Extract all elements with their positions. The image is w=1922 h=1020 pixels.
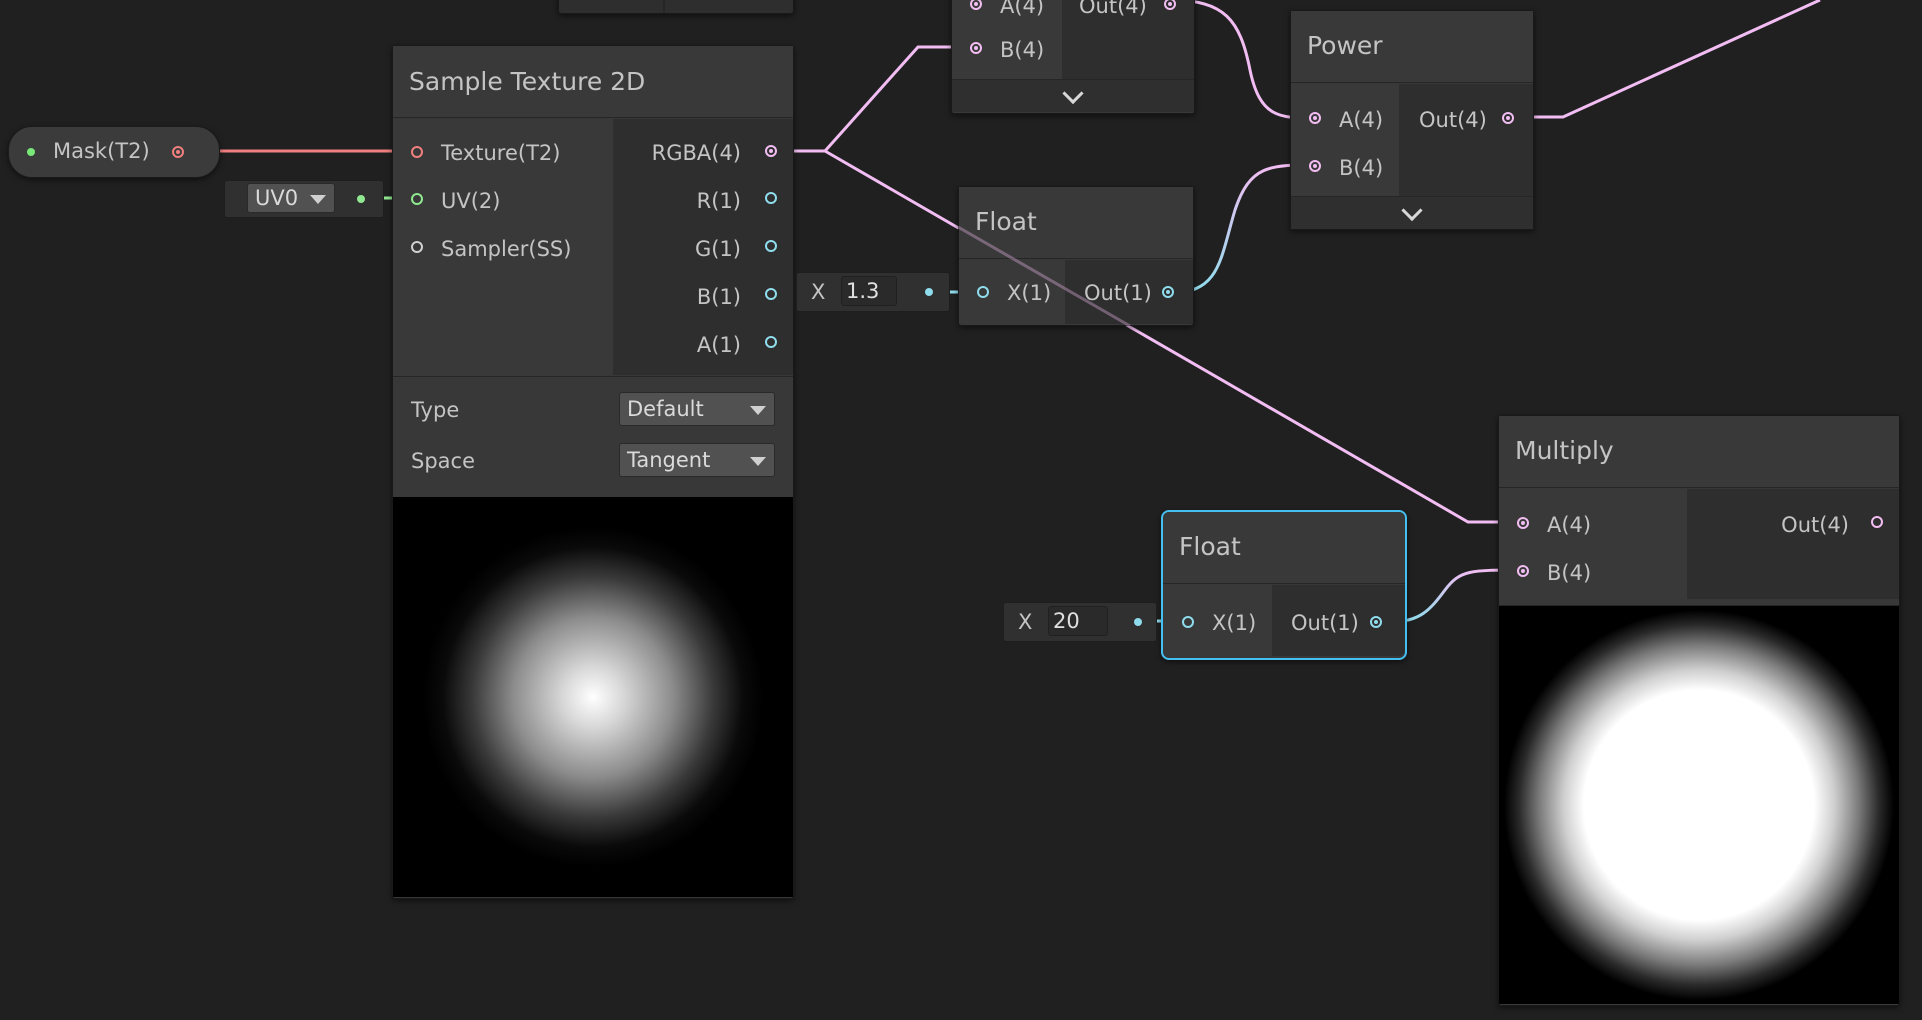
float-2-value-pill[interactable]: X 20 — [1003, 602, 1157, 642]
texture-input-port-icon[interactable] — [411, 146, 423, 158]
output-g-label: G(1) — [694, 237, 741, 261]
float-node-1[interactable]: Float X(1) Out(1) — [958, 186, 1194, 326]
chevron-down-icon — [1062, 82, 1084, 105]
input-a-label: A(4) — [1547, 513, 1592, 537]
b-input-port-icon[interactable] — [1309, 160, 1321, 172]
x-input-port-icon[interactable] — [977, 286, 989, 298]
output-label: Out(4) — [1419, 108, 1487, 132]
node-title-text: Float — [1179, 532, 1241, 561]
out-port-icon[interactable] — [1502, 112, 1514, 124]
power-node-title[interactable]: Power — [1291, 11, 1533, 83]
sampler-input-port-icon[interactable] — [411, 241, 423, 253]
out-port-icon[interactable] — [1871, 516, 1883, 528]
dropdown-arrow-icon — [750, 406, 766, 415]
input-b-label: B(4) — [1339, 156, 1384, 180]
multiply-node-title[interactable]: Multiply — [1499, 416, 1899, 488]
float-node-1-title[interactable]: Float — [959, 187, 1193, 259]
output-rgba-label: RGBA(4) — [651, 141, 741, 165]
output-label: Out(1) — [1084, 281, 1152, 305]
a-input-port-icon[interactable] — [1517, 517, 1529, 529]
float-node-2-title[interactable]: Float — [1163, 512, 1405, 584]
value-output-dot — [925, 288, 933, 296]
sample-texture-title[interactable]: Sample Texture 2D — [393, 46, 793, 118]
float-2-value-field[interactable]: 20 — [1048, 606, 1108, 636]
expand-toggle[interactable] — [952, 79, 1194, 112]
space-label: Space — [411, 449, 475, 473]
mask-property-node[interactable]: Mask(T2) — [8, 126, 220, 178]
power-node[interactable]: Power A(4) B(4) Out(4) — [1290, 10, 1534, 230]
output-column — [1399, 84, 1533, 196]
uv-channel-dropdown[interactable]: UV0 — [247, 183, 335, 213]
mask-property-label: Mask(T2) — [53, 139, 150, 163]
input-x-label: X(1) — [1007, 281, 1052, 305]
partial-node-top-left[interactable] — [558, 0, 794, 14]
input-texture-label: Texture(T2) — [441, 141, 561, 165]
output-b-label: B(1) — [696, 285, 741, 309]
float-node-2[interactable]: Float X(1) Out(1) — [1161, 510, 1407, 660]
column-divider — [663, 0, 665, 13]
multiply-preview — [1499, 605, 1899, 1004]
property-exposed-dot — [27, 148, 35, 156]
dropdown-arrow-icon — [310, 195, 326, 204]
uv-output-dot — [357, 195, 365, 203]
output-column — [1687, 489, 1899, 599]
out-port-icon[interactable] — [1162, 286, 1174, 298]
x-label: X — [1018, 610, 1033, 634]
mask-output-port-icon[interactable] — [172, 146, 184, 158]
a-input-port-icon[interactable] — [1309, 112, 1321, 124]
output-r-label: R(1) — [696, 189, 741, 213]
float-1-value-field[interactable]: 1.3 — [841, 276, 897, 306]
expand-toggle[interactable] — [1291, 196, 1533, 229]
wire-rgba-to-top-b[interactable] — [770, 45, 975, 153]
output-a-label: A(1) — [696, 333, 741, 357]
g-output-port-icon[interactable] — [765, 240, 777, 252]
dropdown-arrow-icon — [750, 457, 766, 466]
input-a-label: A(4) — [1000, 0, 1045, 18]
float-1-value-pill[interactable]: X 1.3 — [796, 272, 950, 312]
uv-input-pill[interactable]: UV0 — [224, 180, 384, 218]
b-output-port-icon[interactable] — [765, 288, 777, 300]
node-title-text: Sample Texture 2D — [409, 67, 646, 96]
shader-graph-canvas[interactable]: Mask(T2) UV0 Sample Texture 2D Texture(T… — [0, 0, 1922, 1020]
chevron-down-icon — [1401, 199, 1423, 222]
float-1-value: 1.3 — [846, 279, 880, 303]
input-column — [1499, 489, 1687, 599]
node-title-text: Power — [1307, 31, 1383, 60]
input-sampler-label: Sampler(SS) — [441, 237, 572, 261]
node-title-text: Float — [975, 207, 1037, 236]
a-output-port-icon[interactable] — [765, 336, 777, 348]
uv-input-port-icon[interactable] — [411, 193, 423, 205]
float-2-value: 20 — [1053, 609, 1080, 633]
sample-texture-2d-node[interactable]: Sample Texture 2D Texture(T2) UV(2) Samp… — [392, 45, 794, 899]
x-input-port-icon[interactable] — [1182, 616, 1194, 628]
type-dropdown-value: Default — [627, 397, 704, 421]
multiply-node[interactable]: Multiply A(4) B(4) Out(4) — [1498, 415, 1900, 1006]
space-dropdown-value: Tangent — [627, 448, 711, 472]
input-b-label: B(4) — [1547, 561, 1592, 585]
output-label: Out(4) — [1781, 513, 1849, 537]
node-title-text: Multiply — [1515, 436, 1614, 465]
input-b-label: B(4) — [1000, 38, 1045, 62]
b-input-port-icon[interactable] — [1517, 565, 1529, 577]
b-input-port-icon[interactable] — [970, 42, 982, 54]
x-label: X — [811, 280, 826, 304]
uv-channel-value: UV0 — [255, 186, 299, 210]
input-x-label: X(1) — [1212, 611, 1257, 635]
output-label: Out(1) — [1291, 611, 1359, 635]
texture-preview — [393, 497, 793, 897]
input-a-label: A(4) — [1339, 108, 1384, 132]
top-vector-node[interactable]: A(4) B(4) Out(4) — [951, 0, 1195, 114]
output-label: Out(4) — [1079, 0, 1147, 18]
type-label: Type — [411, 398, 460, 422]
input-uv-label: UV(2) — [441, 189, 501, 213]
wire-power-out[interactable] — [1508, 0, 1821, 119]
type-dropdown[interactable]: Default — [619, 392, 775, 426]
value-output-dot — [1134, 618, 1142, 626]
out-port-icon[interactable] — [1370, 616, 1382, 628]
space-dropdown[interactable]: Tangent — [619, 443, 775, 477]
rgba-output-port-icon[interactable] — [765, 145, 777, 157]
r-output-port-icon[interactable] — [765, 192, 777, 204]
